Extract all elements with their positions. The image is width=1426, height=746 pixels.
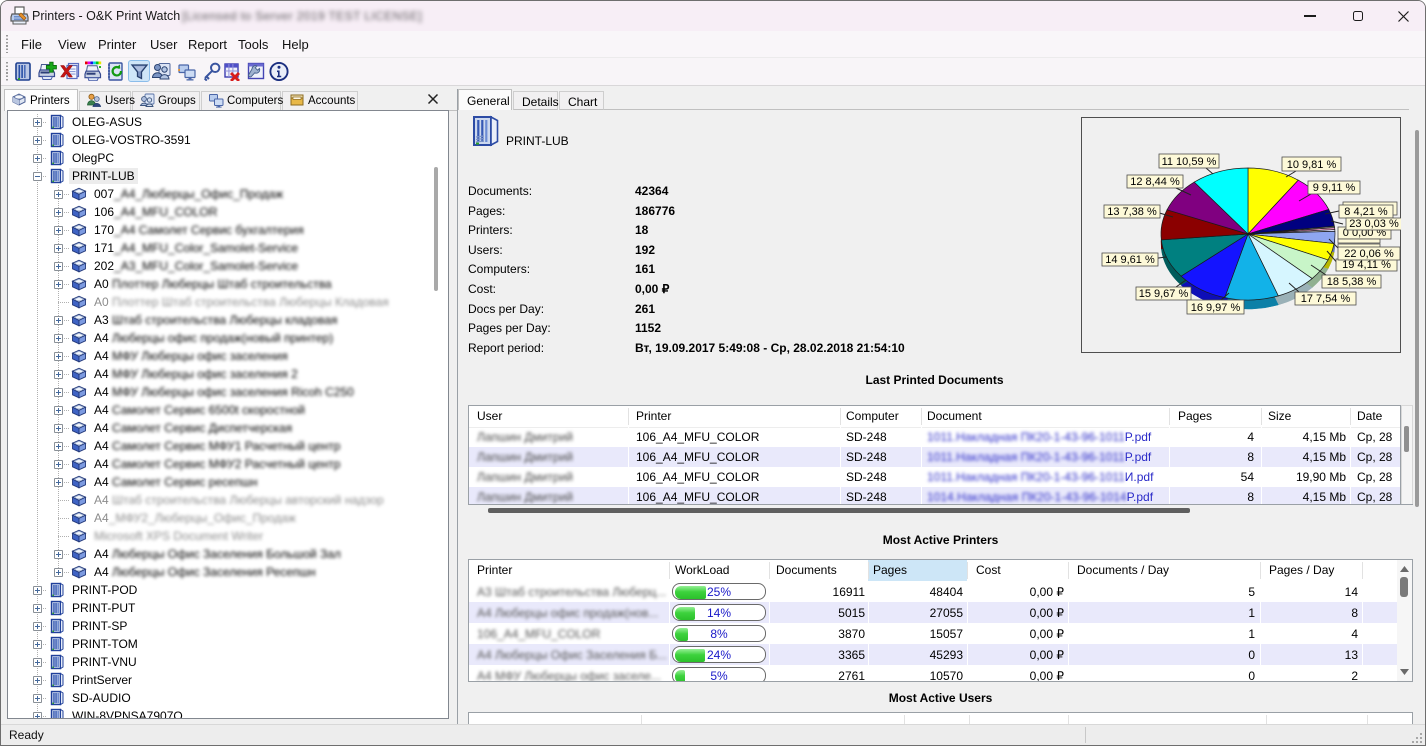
svg-text:11 10,59 %: 11 10,59 % (1162, 156, 1217, 168)
svg-text:15 9,67 %: 15 9,67 % (1139, 288, 1189, 300)
svg-text:17 7,54 %: 17 7,54 % (1301, 293, 1351, 305)
svg-text:13 7,38 %: 13 7,38 % (1107, 206, 1157, 218)
svg-text:19 4,11 %: 19 4,11 % (1342, 259, 1391, 271)
svg-text:9 9,11 %: 9 9,11 % (1313, 182, 1356, 194)
svg-text:23 0,03 %: 23 0,03 % (1349, 218, 1399, 230)
svg-text:8 4,21 %: 8 4,21 % (1344, 206, 1388, 218)
svg-text:12 8,44 %: 12 8,44 % (1130, 176, 1180, 188)
svg-text:14 9,61 %: 14 9,61 % (1105, 254, 1155, 266)
svg-text:10 9,81 %: 10 9,81 % (1287, 159, 1337, 171)
svg-text:18 5,38 %: 18 5,38 % (1327, 276, 1377, 288)
svg-text:16 9,97 %: 16 9,97 % (1191, 302, 1241, 314)
svg-text:22 0,06 %: 22 0,06 % (1344, 248, 1394, 260)
